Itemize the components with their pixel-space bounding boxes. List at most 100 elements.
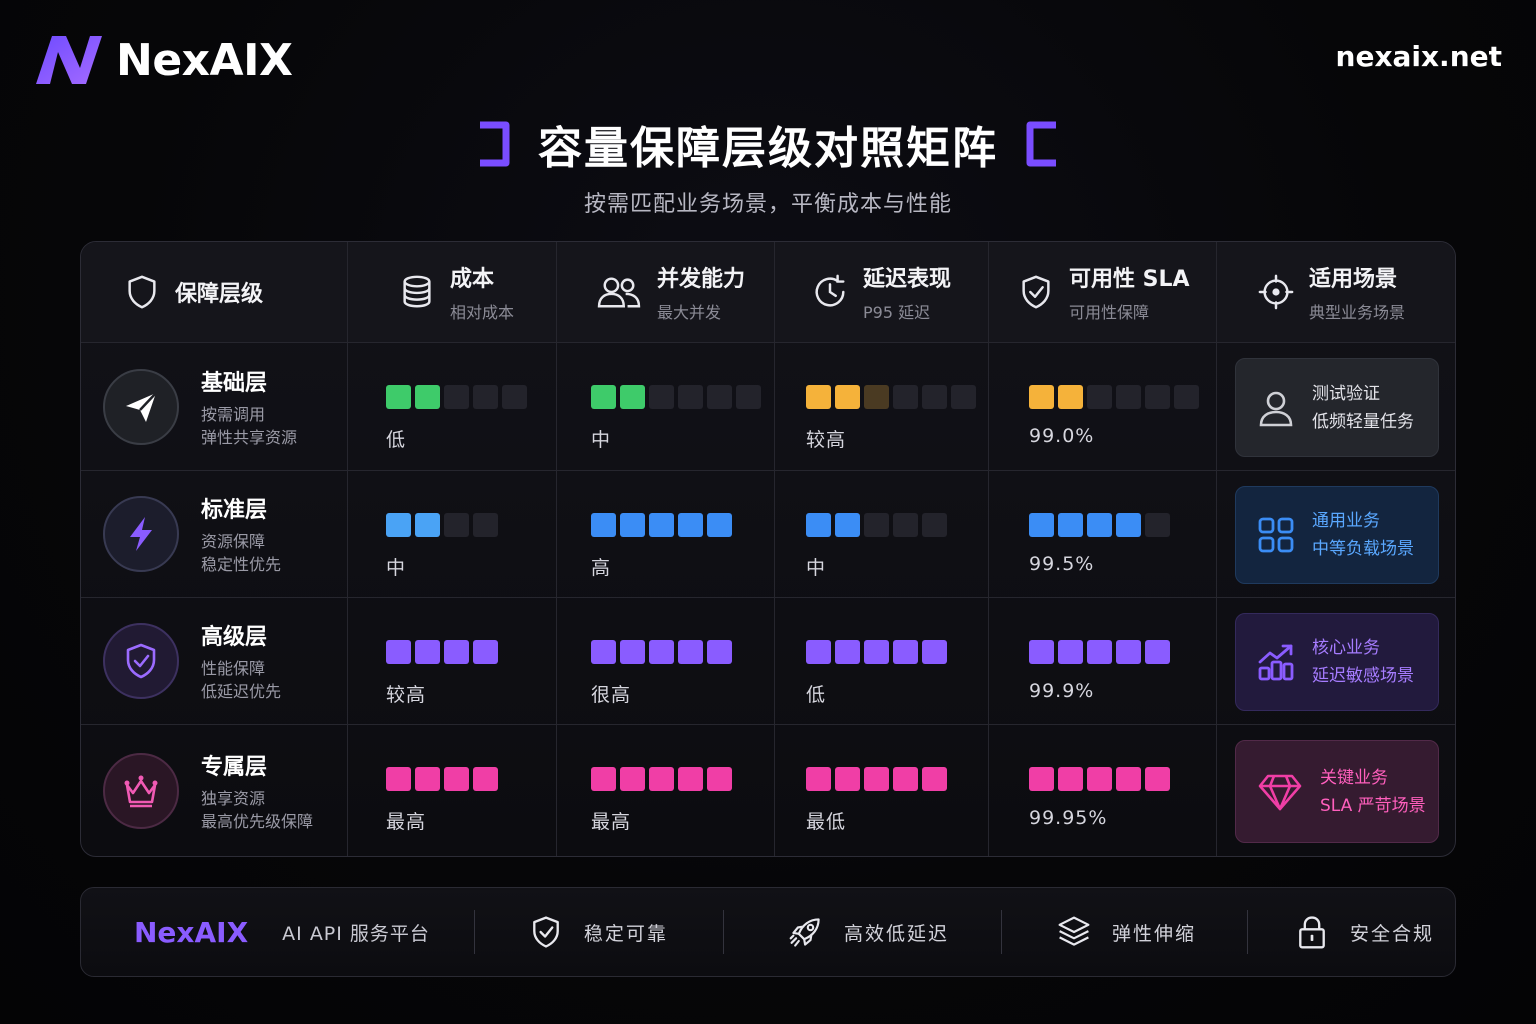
level-bar-filled (835, 513, 860, 537)
level-bar-filled (864, 767, 889, 791)
scenario-card[interactable]: 关键业务 SLA 严苛场景 (1235, 740, 1439, 843)
level-bar-filled (893, 640, 918, 664)
level-bar-filled (415, 385, 440, 409)
level-bars (386, 385, 556, 409)
level-bars (1029, 767, 1216, 791)
user-icon (1259, 391, 1293, 426)
level-bar-filled (386, 640, 411, 664)
level-bar-filled (444, 767, 469, 791)
scenario-card[interactable]: 通用业务 中等负载场景 (1235, 486, 1439, 584)
scenario-cell: 通用业务 中等负载场景 (1217, 471, 1455, 598)
header-title: 可用性 SLA (1069, 267, 1190, 292)
metric-value: 低 (806, 684, 827, 706)
metric-latency: 最低 (775, 725, 989, 856)
level-bar-filled (620, 640, 645, 664)
metric-concurrency: 高 (557, 471, 775, 598)
header-latency: 延迟表现 P95 延迟 (775, 242, 989, 343)
clock-icon (815, 274, 845, 307)
level-bars (806, 513, 988, 537)
site-url[interactable]: nexaix.net (1336, 40, 1502, 73)
scenario-title: 关键业务 (1320, 767, 1388, 788)
level-bars (1029, 640, 1216, 664)
footer-brand[interactable]: NexAIX (134, 916, 248, 949)
nexaix-logo-icon (36, 36, 102, 84)
layers-icon (1058, 916, 1090, 946)
scenario-title: 通用业务 (1312, 511, 1380, 531)
metric-value: 高 (591, 557, 612, 579)
header-subtitle: 最大并发 (657, 303, 722, 322)
level-bar-filled (591, 385, 616, 409)
level-bar-filled (591, 767, 616, 791)
metric-value: 最高 (386, 811, 427, 833)
metric-concurrency: 中 (557, 343, 775, 471)
tier-advanced[interactable]: 高级层 性能保障 低延迟优先 (81, 598, 348, 725)
level-bar-filled (1058, 385, 1083, 409)
bracket-left-icon (480, 121, 510, 167)
metric-value: 99.0% (1029, 425, 1095, 447)
metric-value: 99.5% (1029, 553, 1095, 575)
level-bars (386, 767, 556, 791)
metric-value: 中 (386, 557, 407, 579)
level-bar-filled (1116, 640, 1141, 664)
tier-standard[interactable]: 标准层 资源保障 稳定性优先 (81, 471, 348, 598)
level-bar-filled (806, 767, 831, 791)
level-bars (591, 640, 774, 664)
scenario-desc: 低频轻量任务 (1312, 411, 1414, 432)
level-bar-filled (1116, 513, 1141, 537)
level-bar-empty (473, 385, 498, 409)
page-title-row: 容量保障层级对照矩阵 (0, 112, 1536, 176)
level-bar-filled (444, 640, 469, 664)
header-cost: 成本 相对成本 (348, 242, 557, 343)
scenario-card[interactable]: 测试验证 低频轻量任务 (1235, 358, 1439, 457)
shield-icon (128, 275, 156, 309)
level-bars (386, 640, 556, 664)
level-bar-empty (893, 513, 918, 537)
level-bar-empty (1087, 385, 1112, 409)
level-bar-filled (835, 385, 860, 409)
header-subtitle: 相对成本 (450, 303, 515, 322)
coins-stack-icon (403, 275, 431, 308)
level-bars (591, 767, 774, 791)
page-subtitle: 按需匹配业务场景，平衡成本与性能 (583, 192, 952, 217)
feature-stable: 稳定可靠 (528, 914, 668, 950)
feature-elastic: 弹性伸缩 (1056, 914, 1196, 950)
level-bar-filled (678, 767, 703, 791)
crown-icon (124, 775, 158, 807)
tier-desc: 资源保障 (201, 532, 266, 551)
divider (1246, 910, 1248, 954)
tier-desc: 最高优先级保障 (201, 811, 314, 831)
metric-sla: 99.95% (989, 725, 1217, 856)
level-bar-empty (922, 385, 947, 409)
header-title: 成本 (450, 267, 495, 292)
metric-cost: 中 (348, 471, 557, 598)
metric-value: 较高 (386, 684, 427, 706)
tier-dedicated[interactable]: 专属层 独享资源 最高优先级保障 (81, 725, 348, 856)
level-bar-filled (473, 767, 498, 791)
scenario-title: 测试验证 (1312, 383, 1380, 404)
level-bars (386, 513, 556, 537)
scenario-title: 核心业务 (1312, 638, 1380, 658)
level-bar-empty (1145, 385, 1170, 409)
tier-icon-badge (103, 623, 179, 699)
metric-concurrency: 最高 (557, 725, 775, 856)
scenario-cell: 关键业务 SLA 严苛场景 (1217, 725, 1455, 856)
level-bars (806, 767, 988, 791)
level-bar-filled (1029, 767, 1054, 791)
header-subtitle: P95 延迟 (863, 303, 931, 322)
metric-value: 中 (591, 429, 612, 451)
tier-basic[interactable]: 基础层 按需调用 弹性共享资源 (81, 343, 348, 471)
level-bars (806, 385, 988, 409)
scenario-card[interactable]: 核心业务 延迟敏感场景 (1235, 613, 1439, 711)
users-icon (597, 277, 641, 308)
header-subtitle: 典型业务场景 (1309, 303, 1406, 322)
level-bar-filled (473, 640, 498, 664)
divider (1000, 910, 1002, 954)
header-subtitle: 可用性保障 (1069, 303, 1150, 322)
lightning-icon (130, 517, 152, 551)
level-bar-filled (649, 513, 674, 537)
scenario-cell: 测试验证 低频轻量任务 (1217, 343, 1455, 471)
level-bar-filled (835, 640, 860, 664)
brand-logo[interactable]: NexAIX (34, 34, 293, 86)
metric-latency: 较高 (775, 343, 989, 471)
metric-value: 最低 (806, 811, 847, 833)
